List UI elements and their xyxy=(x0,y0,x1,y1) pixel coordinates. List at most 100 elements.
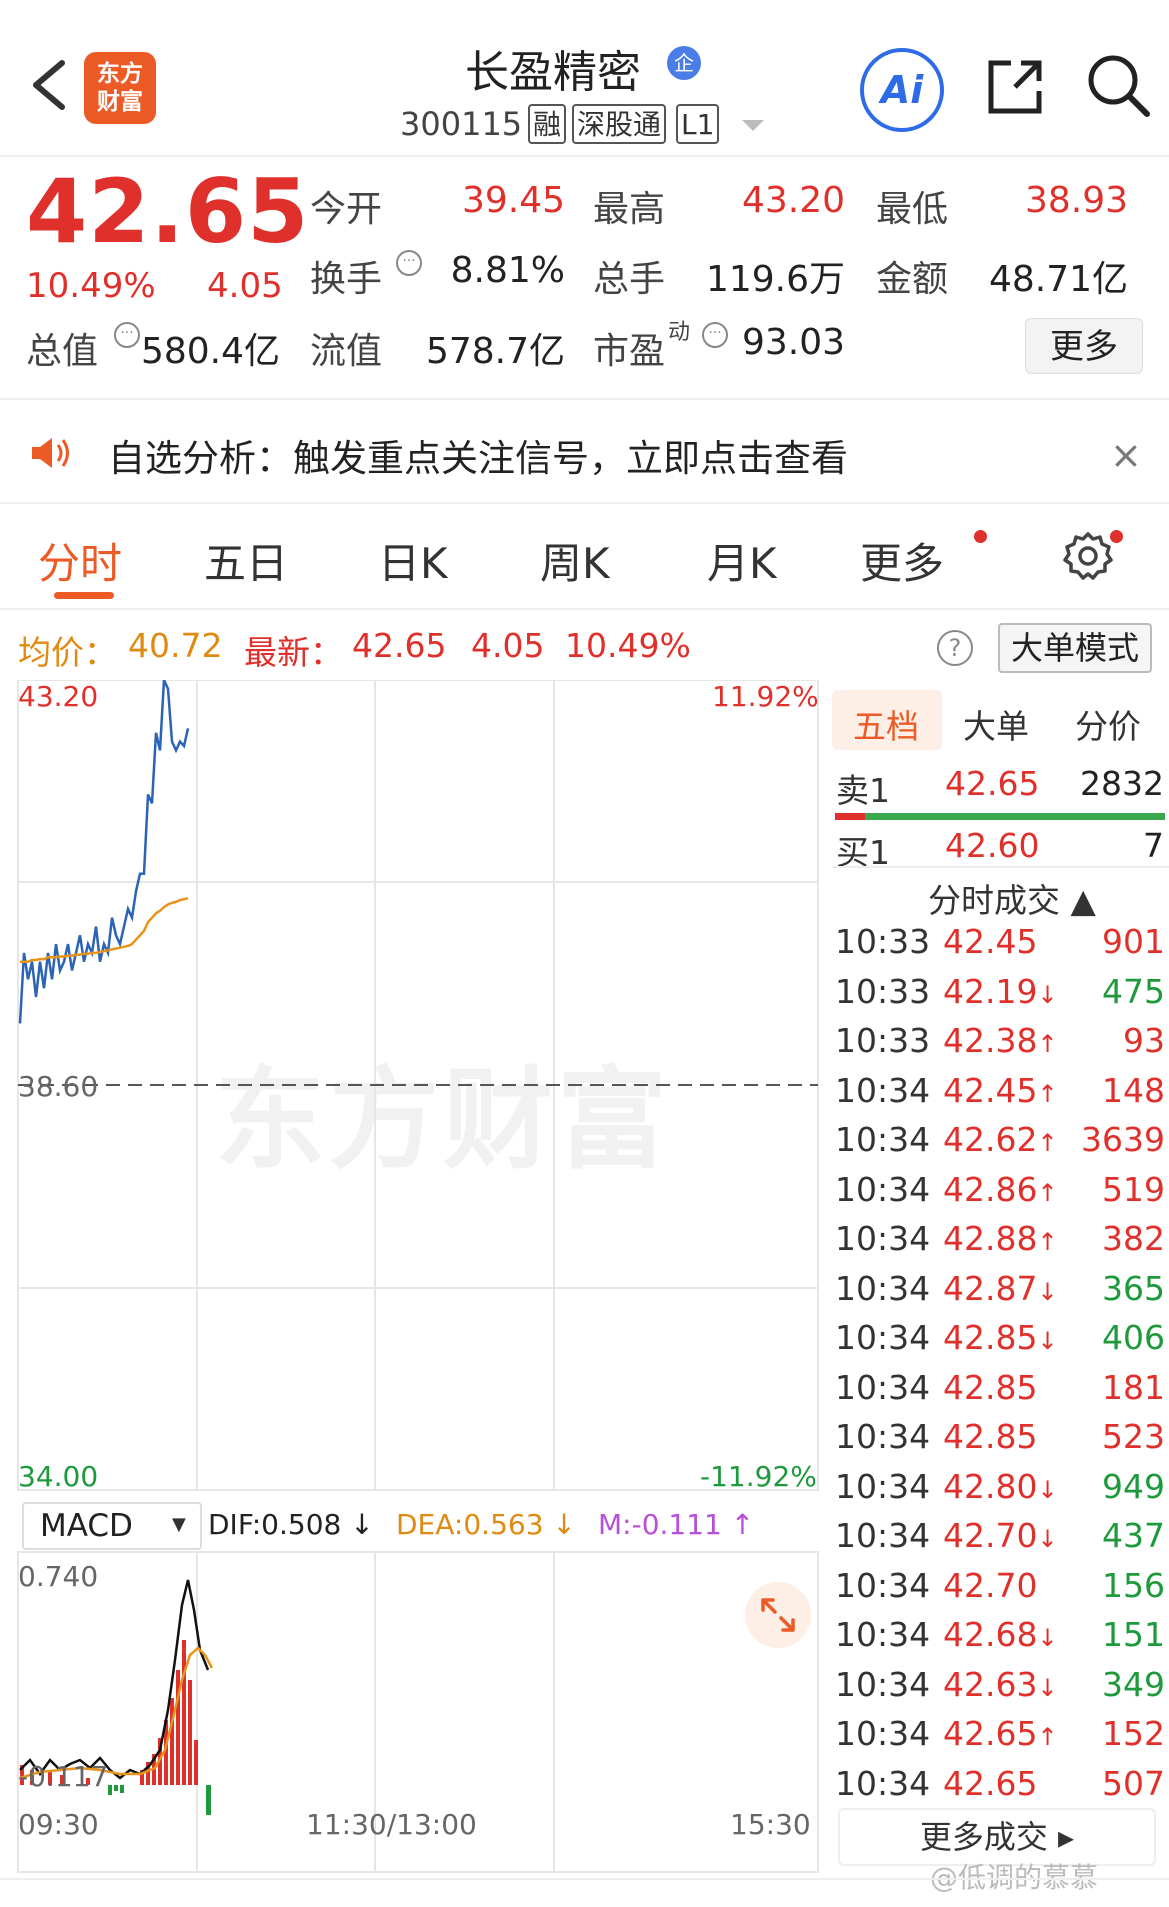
tab-five-day[interactable]: 五日 xyxy=(204,530,288,591)
book-tab-price-dist[interactable]: 分价 xyxy=(1075,700,1141,748)
divider xyxy=(0,608,1169,610)
tab-intraday[interactable]: 分时 xyxy=(38,530,122,591)
latest-label: 最新： xyxy=(244,633,343,672)
trade-row: 10:34 42.80↓ 949 xyxy=(835,1467,1165,1516)
intraday-chart[interactable] xyxy=(0,680,830,1880)
trade-volume: 406 xyxy=(1102,1318,1165,1357)
more-quote-button[interactable]: 更多 xyxy=(1025,318,1143,374)
trade-time: 10:33 xyxy=(835,922,931,961)
change-percent: 10.49% xyxy=(26,266,156,306)
stock-name: 长盈精密 xyxy=(465,47,641,98)
trade-volume: 475 xyxy=(1102,971,1165,1011)
trade-time: 10:34 xyxy=(835,1664,931,1704)
divider xyxy=(0,502,1169,504)
trade-row: 10:34 42.45↑ 148 xyxy=(835,1071,1165,1120)
trade-time: 10:34 xyxy=(835,1417,931,1456)
open-label: 今开 xyxy=(310,189,383,230)
trade-time: 10:33 xyxy=(835,1021,931,1060)
trade-time: 10:34 xyxy=(835,1466,931,1506)
trade-row: 10:33 42.38↑ 93 xyxy=(835,1021,1165,1070)
close-icon[interactable]: × xyxy=(1110,433,1142,477)
trade-volume: 507 xyxy=(1102,1763,1165,1803)
trade-time: 10:34 xyxy=(835,1169,931,1209)
trade-row: 10:34 42.65 507 xyxy=(835,1764,1165,1813)
info-icon[interactable]: ··· xyxy=(114,322,140,348)
tab-weekly-k[interactable]: 周K xyxy=(540,530,610,591)
gear-icon[interactable] xyxy=(1062,530,1114,582)
trade-time: 10:34 xyxy=(835,1714,931,1753)
mktcap-value: 580.4亿 xyxy=(140,331,280,372)
divider xyxy=(0,1878,1169,1880)
back-arrow-icon[interactable] xyxy=(24,55,74,115)
search-icon[interactable] xyxy=(1085,52,1151,118)
trade-price: 42.68↓ xyxy=(943,1615,1058,1654)
trade-volume: 365 xyxy=(1102,1268,1165,1308)
notice-text[interactable]: 自选分析：触发重点关注信号，立即点击查看 xyxy=(108,428,848,482)
notification-dot xyxy=(1110,530,1123,543)
dif-value: DIF:0.508 ↓ xyxy=(208,1508,374,1541)
trade-time: 10:34 xyxy=(835,1615,931,1654)
change-amount: 4.05 xyxy=(207,266,283,306)
trade-price: 42.87↓ xyxy=(943,1268,1058,1308)
trade-price: 42.19↓ xyxy=(943,971,1058,1011)
turnover-value: 8.81% xyxy=(450,250,565,291)
trade-volume: 523 xyxy=(1102,1417,1165,1456)
trades-header[interactable]: 分时成交 ▲ xyxy=(928,874,1096,922)
trade-row: 10:34 42.85↓ 406 xyxy=(835,1318,1165,1367)
share-icon[interactable] xyxy=(985,55,1045,117)
macd-max-label: 0.740 xyxy=(18,1560,99,1593)
info-icon[interactable]: ··· xyxy=(396,250,422,276)
volume-label: 总手 xyxy=(593,259,666,300)
book-tab-five-levels[interactable]: 五档 xyxy=(853,700,919,748)
tag-margin: 融 xyxy=(528,104,567,144)
tab-daily-k[interactable]: 日K xyxy=(378,530,448,591)
trade-price: 42.65 xyxy=(943,1763,1038,1803)
trade-volume: 93 xyxy=(1123,1021,1165,1060)
trade-price: 42.62↑ xyxy=(943,1120,1058,1159)
enterprise-badge: 企 xyxy=(667,46,701,80)
trade-row: 10:34 42.68↓ 151 xyxy=(835,1615,1165,1664)
trade-row: 10:33 42.45 901 xyxy=(835,922,1165,971)
trade-time: 10:34 xyxy=(835,1565,931,1605)
caret-down-icon[interactable] xyxy=(742,120,764,131)
trade-row: 10:34 42.88↑ 382 xyxy=(835,1219,1165,1268)
trade-price: 42.70↓ xyxy=(943,1516,1058,1555)
trade-price: 42.80↓ xyxy=(943,1466,1058,1506)
stock-code: 300115 xyxy=(400,105,523,143)
buy-sell-ratio-bar xyxy=(835,813,1165,820)
header: 东方 财富 长盈精密 企 300115 融 深股通 L1 Ai xyxy=(0,0,1169,157)
trade-row: 10:34 42.87↓ 365 xyxy=(835,1269,1165,1318)
trade-time: 10:34 xyxy=(835,1268,931,1308)
indicator-select[interactable]: MACD ▼ xyxy=(22,1502,202,1550)
trade-row: 10:34 42.62↑ 3639 xyxy=(835,1120,1165,1169)
book-tab-big-orders[interactable]: 大单 xyxy=(963,700,1029,748)
trade-price: 42.86↑ xyxy=(943,1169,1058,1209)
amount-label: 金额 xyxy=(876,259,949,300)
turnover-label: 换手 xyxy=(310,259,383,300)
chevron-down-icon: ▼ xyxy=(172,1514,186,1535)
trade-volume: 519 xyxy=(1102,1169,1165,1209)
trade-time: 10:34 xyxy=(835,1120,931,1159)
trade-price: 42.85 xyxy=(943,1367,1038,1407)
pct-min-label: -11.92% xyxy=(700,1460,817,1493)
tab-more[interactable]: 更多 xyxy=(860,530,944,591)
big-order-mode-button[interactable]: 大单模式 xyxy=(998,623,1152,673)
high-value: 43.20 xyxy=(741,180,845,221)
y-min-label: 34.00 xyxy=(18,1460,99,1493)
mktcap-label: 总值 xyxy=(26,331,99,372)
float-value: 578.7亿 xyxy=(425,331,565,372)
help-icon[interactable]: ? xyxy=(937,630,973,666)
speaker-icon xyxy=(32,438,69,468)
trade-volume: 349 xyxy=(1102,1664,1165,1704)
trade-volume: 382 xyxy=(1102,1219,1165,1258)
trade-price: 42.45↑ xyxy=(943,1070,1058,1110)
info-icon[interactable]: ··· xyxy=(702,322,728,348)
ai-assistant-button[interactable]: Ai xyxy=(860,48,944,132)
latest-price: 42.65 xyxy=(352,626,447,665)
trade-volume: 151 xyxy=(1102,1615,1165,1654)
trade-time: 10:34 xyxy=(835,1070,931,1110)
active-tab-indicator xyxy=(54,592,114,599)
tab-monthly-k[interactable]: 月K xyxy=(707,530,777,591)
expand-icon[interactable] xyxy=(745,1582,811,1648)
trade-row: 10:34 42.65↑ 152 xyxy=(835,1714,1165,1763)
